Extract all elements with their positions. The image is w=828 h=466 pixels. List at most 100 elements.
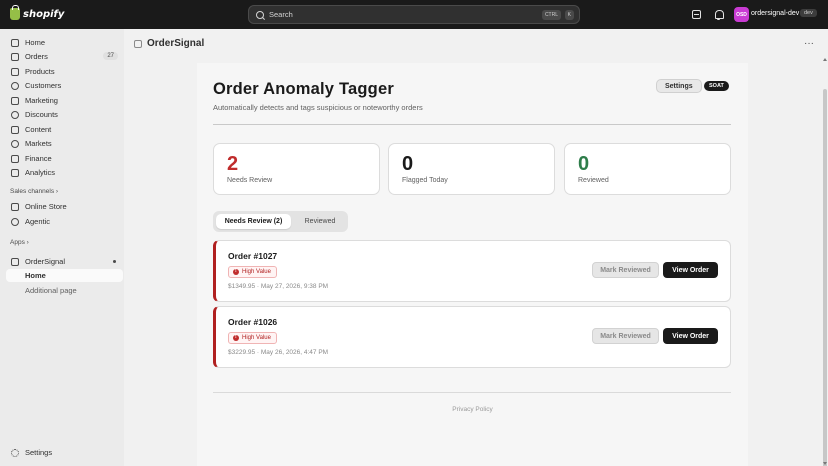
shortcut-key-k: K [564, 10, 574, 20]
more-options-icon[interactable]: ··· [804, 39, 814, 49]
stat-card-reviewed: 0 Reviewed [564, 143, 731, 195]
app-title: OrderSignal [147, 38, 205, 49]
scrollbar[interactable] [822, 57, 828, 466]
sidebar-item-label: Orders [25, 52, 48, 61]
high-value-tag: High Value [228, 266, 277, 278]
sidebar-item-finance[interactable]: Finance [6, 152, 122, 165]
sidebar-item-analytics[interactable]: Analytics [6, 166, 122, 179]
main-area: OrderSignal ··· Order Anomaly Tagger Aut… [124, 29, 828, 466]
search-placeholder: Search [269, 10, 293, 19]
sidebar-item-markets[interactable]: Markets [6, 137, 122, 150]
sidebar-item-customers[interactable]: Customers [6, 79, 122, 92]
sidebar-item-label: Settings [25, 448, 53, 457]
sidebar-item-label: OrderSignal [25, 257, 66, 266]
view-order-button[interactable]: View Order [663, 328, 718, 344]
home-icon [11, 38, 19, 47]
finance-icon [11, 154, 19, 163]
pin-dot-icon [113, 260, 116, 263]
sidebar-item-label: Markets [25, 139, 52, 148]
scroll-thumb[interactable] [823, 89, 827, 466]
view-order-button[interactable]: View Order [663, 262, 718, 278]
settings-button[interactable]: Settings [656, 79, 702, 93]
tag-label: High Value [242, 269, 271, 275]
customers-icon [11, 81, 19, 90]
discounts-icon [11, 110, 19, 119]
privacy-policy-link[interactable]: Privacy Policy [197, 406, 748, 413]
apps-label: Apps [10, 239, 25, 246]
review-tabs: Needs Review (2) Reviewed [213, 211, 348, 232]
stat-card-needs-review: 2 Needs Review [213, 143, 380, 195]
tab-needs-review[interactable]: Needs Review (2) [216, 214, 291, 229]
mark-reviewed-button[interactable]: Mark Reviewed [592, 328, 659, 344]
sidebar-item-label: Agentic [25, 217, 51, 226]
sidebar-item-settings[interactable]: Settings [6, 446, 122, 459]
tag-label: High Value [242, 335, 271, 341]
store-icon [11, 202, 19, 211]
sidebar-item-label: Marketing [25, 96, 58, 105]
mark-reviewed-button[interactable]: Mark Reviewed [592, 262, 659, 278]
sales-channels-heading[interactable]: Sales channels › [10, 188, 58, 195]
products-icon [11, 67, 19, 76]
markets-icon [11, 139, 19, 148]
stat-value: 2 [227, 153, 239, 175]
sidebar-item-ordersignal[interactable]: OrderSignal [6, 255, 122, 268]
store-env-badge: dev [800, 9, 817, 17]
app-header: OrderSignal [134, 38, 204, 49]
app-badge: SOAT [704, 81, 729, 91]
alert-icon [233, 334, 239, 341]
stat-card-flagged-today: 0 Flagged Today [388, 143, 555, 195]
sales-channels-label: Sales channels [10, 188, 55, 195]
stat-value: 0 [578, 153, 590, 175]
orders-count-badge: 27 [103, 52, 118, 60]
agentic-icon [11, 217, 19, 226]
search-icon [256, 10, 264, 19]
sidebar-item-agentic[interactable]: Agentic [6, 215, 122, 228]
search-bar[interactable]: Search CTRL K [248, 5, 580, 24]
footer-divider [213, 392, 731, 393]
sidebar: Home Orders 27 Products Customers Market… [0, 29, 124, 466]
sidebar-item-label: Analytics [25, 168, 56, 177]
sidebar-item-products[interactable]: Products [6, 65, 122, 78]
shopify-logo[interactable]: shopify [10, 5, 64, 20]
top-bar: shopify Search CTRL K OSD ordersignal-de… [0, 0, 828, 29]
avatar[interactable]: OSD [734, 7, 749, 22]
stat-label: Flagged Today [402, 177, 448, 184]
sidebar-item-online-store[interactable]: Online Store [6, 200, 122, 213]
sidebar-subitem-additional-page[interactable]: Additional page [6, 284, 123, 297]
marketing-icon [11, 96, 19, 105]
sidebar-subitem-home[interactable]: Home [6, 269, 123, 282]
inbox-icon[interactable] [692, 10, 701, 19]
gear-icon [11, 448, 19, 457]
stat-label: Reviewed [578, 177, 609, 184]
app-icon [11, 257, 19, 266]
tab-reviewed[interactable]: Reviewed [295, 214, 345, 229]
alert-icon [233, 268, 239, 275]
sidebar-item-label: Products [25, 67, 55, 76]
scroll-down-arrow-icon[interactable] [823, 462, 827, 465]
stat-value: 0 [402, 153, 414, 175]
sidebar-item-orders[interactable]: Orders 27 [6, 50, 122, 63]
apps-heading[interactable]: Apps › [10, 239, 29, 246]
analytics-icon [11, 168, 19, 177]
app-canvas: Order Anomaly Tagger Automatically detec… [197, 63, 748, 466]
sidebar-item-discounts[interactable]: Discounts [6, 108, 122, 121]
shortcut-key-ctrl: CTRL [541, 10, 561, 20]
sidebar-item-label: Discounts [25, 110, 58, 119]
page-subtitle: Automatically detects and tags suspiciou… [213, 103, 423, 112]
high-value-tag: High Value [228, 332, 277, 344]
orders-icon [11, 52, 19, 61]
scroll-up-arrow-icon[interactable] [823, 58, 827, 61]
sidebar-item-content[interactable]: Content [6, 123, 122, 136]
shopify-bag-icon [10, 5, 20, 20]
divider [213, 124, 731, 125]
sidebar-item-marketing[interactable]: Marketing [6, 94, 122, 107]
order-meta: $3229.95 · May 26, 2026, 4:47 PM [228, 349, 329, 356]
order-card: Order #1027 High Value $1349.95 · May 27… [213, 240, 731, 302]
content-icon [11, 125, 19, 134]
bell-icon[interactable] [714, 10, 724, 20]
store-name[interactable]: ordersignal-dev [751, 10, 799, 17]
sidebar-item-home[interactable]: Home [6, 36, 122, 49]
sidebar-item-label: Customers [25, 81, 62, 90]
order-meta: $1349.95 · May 27, 2026, 9:38 PM [228, 283, 329, 290]
order-title: Order #1026 [228, 317, 278, 327]
